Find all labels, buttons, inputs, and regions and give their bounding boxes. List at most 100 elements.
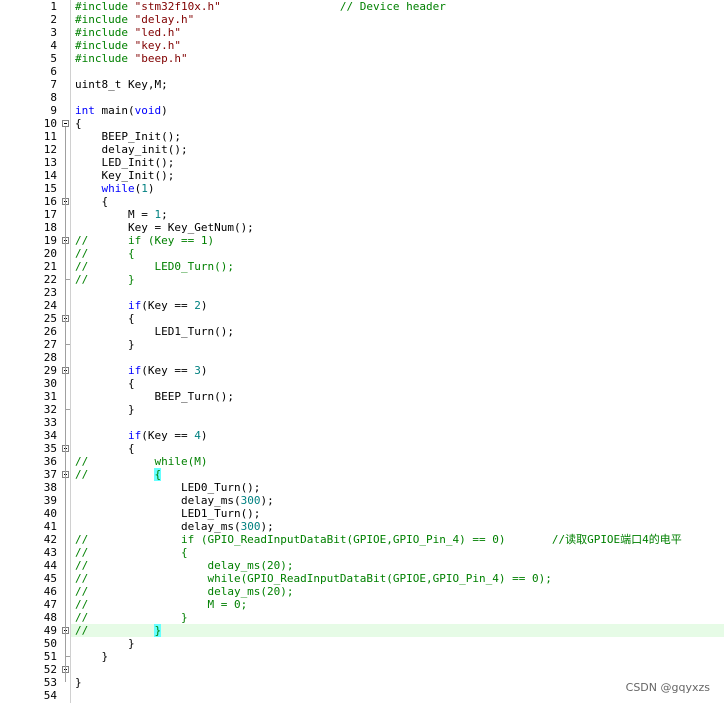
code-text[interactable]: // while(GPIO_ReadInputDataBit(GPIOE,GPI… [75,572,552,585]
code-text[interactable]: // if (Key == 1) [75,234,214,247]
code-text[interactable]: // LED0_Turn(); [75,260,234,273]
code-line-42[interactable]: 42 // if (GPIO_ReadInputDataBit(GPIOE,GPI… [0,533,724,546]
code-text[interactable]: LED1_Turn(); [75,507,260,520]
code-line-21[interactable]: 21 // LED0_Turn(); [0,260,724,273]
code-text[interactable]: if(Key == 4) [75,429,207,442]
code-line-53[interactable]: 53} [0,676,724,689]
code-line-34[interactable]: 34 if(Key == 4) [0,429,724,442]
code-line-9[interactable]: 9 int main(void) [0,104,724,117]
code-text[interactable]: LED_Init(); [75,156,174,169]
code-text[interactable]: uint8_t Key,M; [75,78,168,91]
code-line-52[interactable]: 52 [0,663,724,676]
code-text[interactable]: while(1) [75,182,155,195]
code-line-15[interactable]: 15 while(1) [0,182,724,195]
code-text[interactable]: { [75,195,108,208]
code-line-35[interactable]: 35 { [0,442,724,455]
code-line-45[interactable]: 45 // while(GPIO_ReadInputDataBit(GPIOE,G… [0,572,724,585]
code-text[interactable]: delay_ms(300); [75,494,274,507]
code-line-25[interactable]: 25 { [0,312,724,325]
code-line-50[interactable]: 50 } [0,637,724,650]
code-line-5[interactable]: 5 #include "beep.h" [0,52,724,65]
code-line-51[interactable]: 51 } [0,650,724,663]
code-line-30[interactable]: 30 { [0,377,724,390]
code-text[interactable]: } [75,650,108,663]
code-text[interactable]: // { [75,546,188,559]
code-text[interactable]: // } [75,611,188,624]
code-text[interactable]: { [75,312,135,325]
code-line-6[interactable]: 6 [0,65,724,78]
code-line-33[interactable]: 33 [0,416,724,429]
code-line-49[interactable]: 49 // } [0,624,724,637]
code-line-41[interactable]: 41 delay_ms(300); [0,520,724,533]
code-text[interactable]: #include "key.h" [75,39,181,52]
code-text[interactable]: // { [75,247,135,260]
code-line-38[interactable]: 38 LED0_Turn(); [0,481,724,494]
code-text[interactable]: Key = Key_GetNum(); [75,221,254,234]
code-text[interactable]: M = 1; [75,208,168,221]
code-text[interactable]: delay_init(); [75,143,187,156]
code-line-12[interactable]: 12 delay_init(); [0,143,724,156]
code-text[interactable]: #include "delay.h" [75,13,194,26]
code-text[interactable]: #include "beep.h" [75,52,188,65]
code-line-16[interactable]: 16 { [0,195,724,208]
code-editor[interactable]: 1 #include "stm32f10x.h" // Device header… [0,0,724,703]
code-line-14[interactable]: 14 Key_Init(); [0,169,724,182]
code-line-22[interactable]: 22 // } [0,273,724,286]
code-line-18[interactable]: 18 Key = Key_GetNum(); [0,221,724,234]
code-text[interactable]: // } [75,624,162,637]
code-text[interactable]: #include "led.h" [75,26,181,39]
code-text[interactable]: // while(M) [75,455,207,468]
fold-toggle-icon[interactable] [62,120,69,127]
code-text[interactable]: { [75,117,82,130]
code-line-54[interactable]: 54 [0,689,724,702]
code-text[interactable]: // delay_ms(20); [75,559,294,572]
code-text[interactable]: // } [75,273,135,286]
code-line-48[interactable]: 48 // } [0,611,724,624]
code-line-10[interactable]: 10 { [0,117,724,130]
code-text[interactable]: int main(void) [75,104,168,117]
code-text[interactable]: // M = 0; [75,598,247,611]
code-text[interactable]: } [75,637,135,650]
code-line-7[interactable]: 7 uint8_t Key,M; [0,78,724,91]
code-line-3[interactable]: 3 #include "led.h" [0,26,724,39]
code-text[interactable]: // { [75,468,162,481]
code-line-28[interactable]: 28 [0,351,724,364]
code-line-24[interactable]: 24 if(Key == 2) [0,299,724,312]
code-line-13[interactable]: 13 LED_Init(); [0,156,724,169]
code-text[interactable]: { [75,442,135,455]
code-line-44[interactable]: 44 // delay_ms(20); [0,559,724,572]
code-line-4[interactable]: 4 #include "key.h" [0,39,724,52]
code-line-47[interactable]: 47 // M = 0; [0,598,724,611]
code-text[interactable]: delay_ms(300); [75,520,274,533]
code-text[interactable]: } [75,403,135,416]
code-line-46[interactable]: 46 // delay_ms(20); [0,585,724,598]
code-text[interactable]: Key_Init(); [75,169,174,182]
code-line-43[interactable]: 43 // { [0,546,724,559]
code-line-19[interactable]: 19 // if (Key == 1) [0,234,724,247]
code-line-8[interactable]: 8 [0,91,724,104]
code-text[interactable]: BEEP_Turn(); [75,390,233,403]
code-line-40[interactable]: 40 LED1_Turn(); [0,507,724,520]
code-line-39[interactable]: 39 delay_ms(300); [0,494,724,507]
code-line-32[interactable]: 32 } [0,403,724,416]
code-text[interactable]: if(Key == 2) [75,299,207,312]
code-line-36[interactable]: 36 // while(M) [0,455,724,468]
code-text[interactable]: LED0_Turn(); [75,481,260,494]
code-line-37[interactable]: 37 // { [0,468,724,481]
code-line-2[interactable]: 2 #include "delay.h" [0,13,724,26]
code-line-20[interactable]: 20 // { [0,247,724,260]
code-text[interactable]: #include "stm32f10x.h" // Device header [75,0,446,13]
code-line-1[interactable]: 1 #include "stm32f10x.h" // Device header [0,0,724,13]
code-text[interactable]: } [75,676,82,689]
code-line-11[interactable]: 11 BEEP_Init(); [0,130,724,143]
code-line-31[interactable]: 31 BEEP_Turn(); [0,390,724,403]
code-line-27[interactable]: 27 } [0,338,724,351]
code-text[interactable]: BEEP_Init(); [75,130,180,143]
code-line-29[interactable]: 29 if(Key == 3) [0,364,724,377]
code-line-23[interactable]: 23 [0,286,724,299]
code-text[interactable]: LED1_Turn(); [75,325,233,338]
code-text[interactable]: { [75,377,135,390]
code-text[interactable]: // delay_ms(20); [75,585,294,598]
code-text[interactable]: } [75,338,135,351]
code-line-17[interactable]: 17 M = 1; [0,208,724,221]
